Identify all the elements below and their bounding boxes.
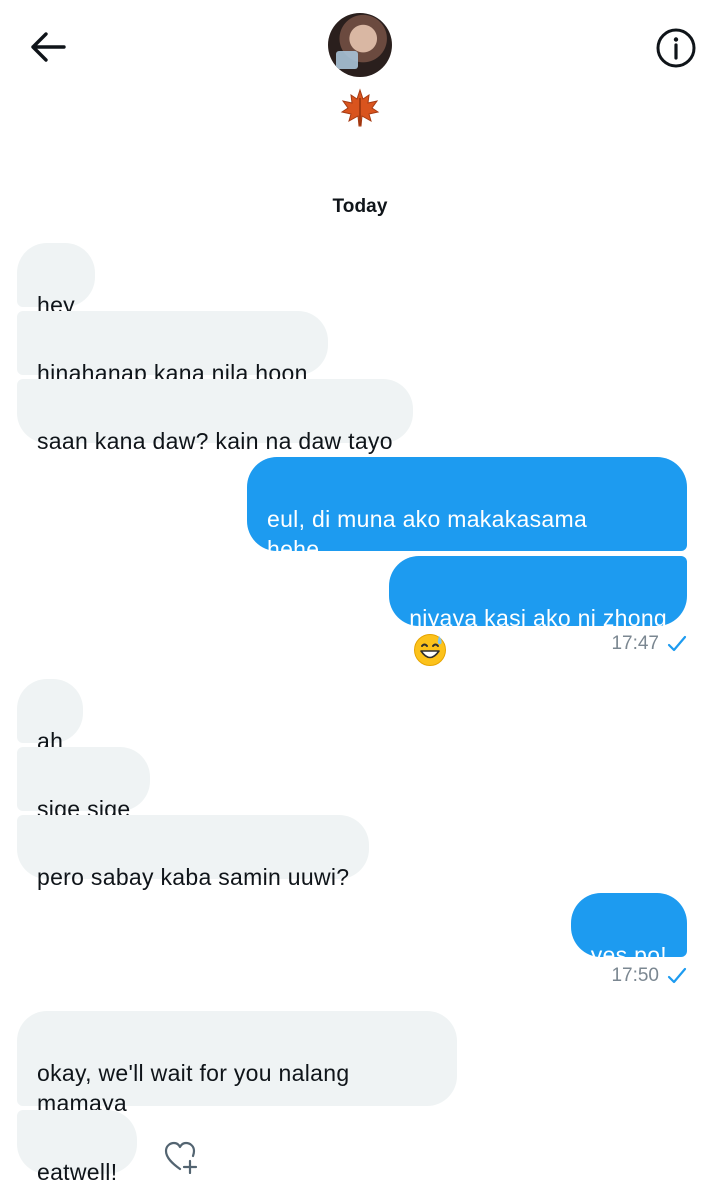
message-bubble-incoming[interactable]: hey [17,243,95,318]
info-icon [656,28,696,68]
day-separator: Today [332,196,388,217]
grinning-sweat-emoji-icon [414,634,447,666]
message-bubble-incoming[interactable]: sige sige [17,747,151,822]
message-text: niyaya kasi ako ni zhong [409,605,667,631]
message-status: 17:47 [611,633,687,655]
message-bubble-outgoing[interactable]: yes po! [570,893,687,968]
message-bubble-outgoing[interactable]: eul, di muna ako makakasama hehe [247,457,687,562]
back-button[interactable] [22,22,74,72]
message-bubble-incoming[interactable]: ah [17,679,84,754]
message-text: okay, we'll wait for you nalang mamaya [37,1060,350,1116]
conversation-header [0,0,720,140]
conversation-info-button[interactable] [650,24,702,72]
back-arrow-icon [31,32,66,62]
message-text: eatwell! [37,1159,118,1185]
message-text: saan kana daw? kain na daw tayo [37,428,393,454]
message-bubble-incoming[interactable]: okay, we'll wait for you nalang mamaya [17,1011,457,1116]
message-bubble-incoming[interactable]: saan kana daw? kain na daw tayo [17,379,413,454]
sent-check-icon [667,967,687,984]
timestamp: 17:50 [611,965,659,986]
avatar-photo-detail [336,51,358,69]
message-bubble-outgoing[interactable]: niyaya kasi ako ni zhong [389,556,687,666]
message-bubble-incoming[interactable]: eatwell! [17,1110,138,1185]
timestamp: 17:47 [611,633,659,654]
message-text: eul, di muna ako makakasama hehe [267,506,588,562]
heart-plus-icon [164,1141,198,1175]
message-text: pero sabay kaba samin uuwi? [37,864,350,890]
message-status: 17:50 [611,965,687,987]
maple-leaf-icon [340,88,380,127]
message-bubble-incoming[interactable]: hinahanap kana nila hoon [17,311,328,386]
add-reaction-button[interactable] [163,1140,201,1175]
sent-check-icon [667,635,687,652]
avatar[interactable] [328,13,392,77]
message-bubble-incoming[interactable]: pero sabay kaba samin uuwi? [17,815,370,890]
